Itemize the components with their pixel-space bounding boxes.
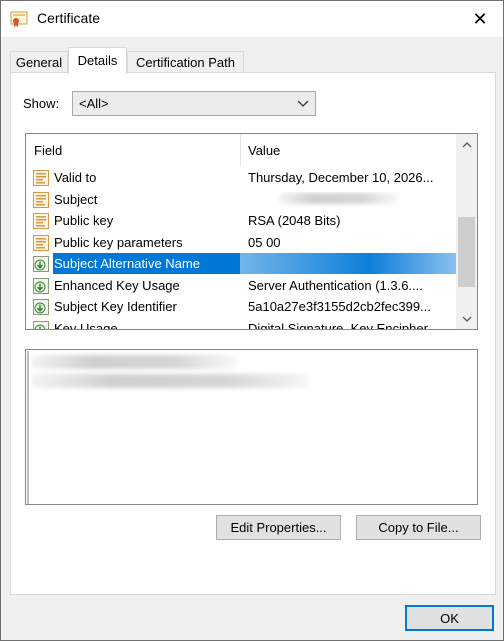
row-value: Server Authentication (1.3.6.... bbox=[248, 277, 423, 293]
chevron-down-icon bbox=[297, 100, 309, 107]
certificate-field-icon bbox=[32, 234, 50, 252]
chevron-down-icon bbox=[462, 316, 471, 322]
table-row[interactable]: Valid to Thursday, December 10, 2026... bbox=[26, 167, 456, 189]
scroll-thumb[interactable] bbox=[458, 217, 475, 287]
close-button[interactable]: ✕ bbox=[457, 1, 503, 37]
row-field: Subject Alternative Name bbox=[54, 256, 200, 271]
row-value: 5a10a27e3f3155d2cb2fec399... bbox=[248, 299, 431, 314]
close-icon: ✕ bbox=[472, 8, 488, 29]
title-bar: Certificate ✕ bbox=[1, 1, 503, 37]
column-header-value[interactable]: Value bbox=[248, 143, 280, 158]
certificate-field-icon bbox=[32, 191, 50, 209]
certificate-field-icon bbox=[32, 212, 50, 230]
table-row[interactable]: Subject Key Identifier 5a10a27e3f3155d2cb… bbox=[26, 296, 456, 318]
selection-value-highlight bbox=[240, 253, 456, 274]
vertical-scrollbar[interactable] bbox=[456, 134, 477, 329]
table-row[interactable]: Subject bbox=[26, 189, 456, 211]
column-divider[interactable] bbox=[240, 134, 241, 166]
list-rows: Valid to Thursday, December 10, 2026... Su… bbox=[26, 167, 456, 329]
row-field: Public key bbox=[54, 213, 114, 228]
redacted-text bbox=[31, 355, 237, 369]
field-detail-box[interactable] bbox=[25, 349, 478, 505]
row-value bbox=[248, 192, 453, 207]
window-title: Certificate bbox=[37, 10, 101, 26]
extension-icon bbox=[32, 255, 50, 273]
row-field: Public key parameters bbox=[54, 234, 183, 250]
list-header: Field Value bbox=[26, 134, 456, 166]
tab-details[interactable]: Details bbox=[68, 47, 127, 74]
edit-properties-button[interactable]: Edit Properties... bbox=[216, 515, 341, 540]
tab-general[interactable]: General bbox=[10, 51, 68, 73]
redacted-text bbox=[31, 374, 311, 388]
table-row[interactable]: Key Usage Digital Signature, Key Encipher… bbox=[26, 318, 456, 330]
certificate-field-icon bbox=[32, 169, 50, 187]
certificate-dialog: Certificate ✕ General Details Certificat… bbox=[0, 0, 504, 641]
extension-icon bbox=[32, 277, 50, 295]
ok-button[interactable]: OK bbox=[405, 605, 494, 631]
row-value: RSA (2048 Bits) bbox=[248, 213, 341, 228]
row-field: Valid to bbox=[54, 170, 97, 185]
copy-to-file-button[interactable]: Copy to File... bbox=[356, 515, 481, 540]
row-field: Key Usage bbox=[54, 320, 118, 330]
table-row[interactable]: Public key parameters 05 00 bbox=[26, 232, 456, 254]
detail-inner bbox=[27, 351, 477, 504]
redacted-text bbox=[278, 192, 398, 204]
scroll-down-button[interactable] bbox=[456, 308, 477, 329]
certificate-icon bbox=[10, 11, 28, 27]
scroll-up-button[interactable] bbox=[456, 134, 477, 155]
table-row[interactable]: Subject Alternative Name bbox=[26, 253, 456, 275]
extension-icon bbox=[32, 298, 50, 316]
tab-certification-path[interactable]: Certification Path bbox=[127, 51, 244, 73]
chevron-up-icon bbox=[462, 141, 471, 147]
row-value: Digital Signature, Key Encipher... bbox=[248, 320, 439, 330]
row-value: Thursday, December 10, 2026... bbox=[248, 170, 434, 185]
table-row[interactable]: Enhanced Key Usage Server Authentication … bbox=[26, 275, 456, 297]
show-dropdown[interactable]: <All> bbox=[72, 91, 316, 116]
row-field: Enhanced Key Usage bbox=[54, 277, 180, 293]
show-label: Show: bbox=[23, 96, 60, 111]
show-dropdown-value: <All> bbox=[79, 96, 109, 111]
fields-list[interactable]: Field Value Valid to Thursday, December 1… bbox=[25, 133, 478, 330]
extension-icon bbox=[32, 320, 50, 329]
column-header-field[interactable]: Field bbox=[34, 143, 62, 158]
row-field: Subject Key Identifier bbox=[54, 299, 177, 314]
table-row[interactable]: Public key RSA (2048 Bits) bbox=[26, 210, 456, 232]
row-value: 05 00 bbox=[248, 234, 281, 250]
row-field: Subject bbox=[54, 191, 98, 207]
details-panel: Show: <All> Field Value Valid to Thursday… bbox=[10, 72, 496, 595]
